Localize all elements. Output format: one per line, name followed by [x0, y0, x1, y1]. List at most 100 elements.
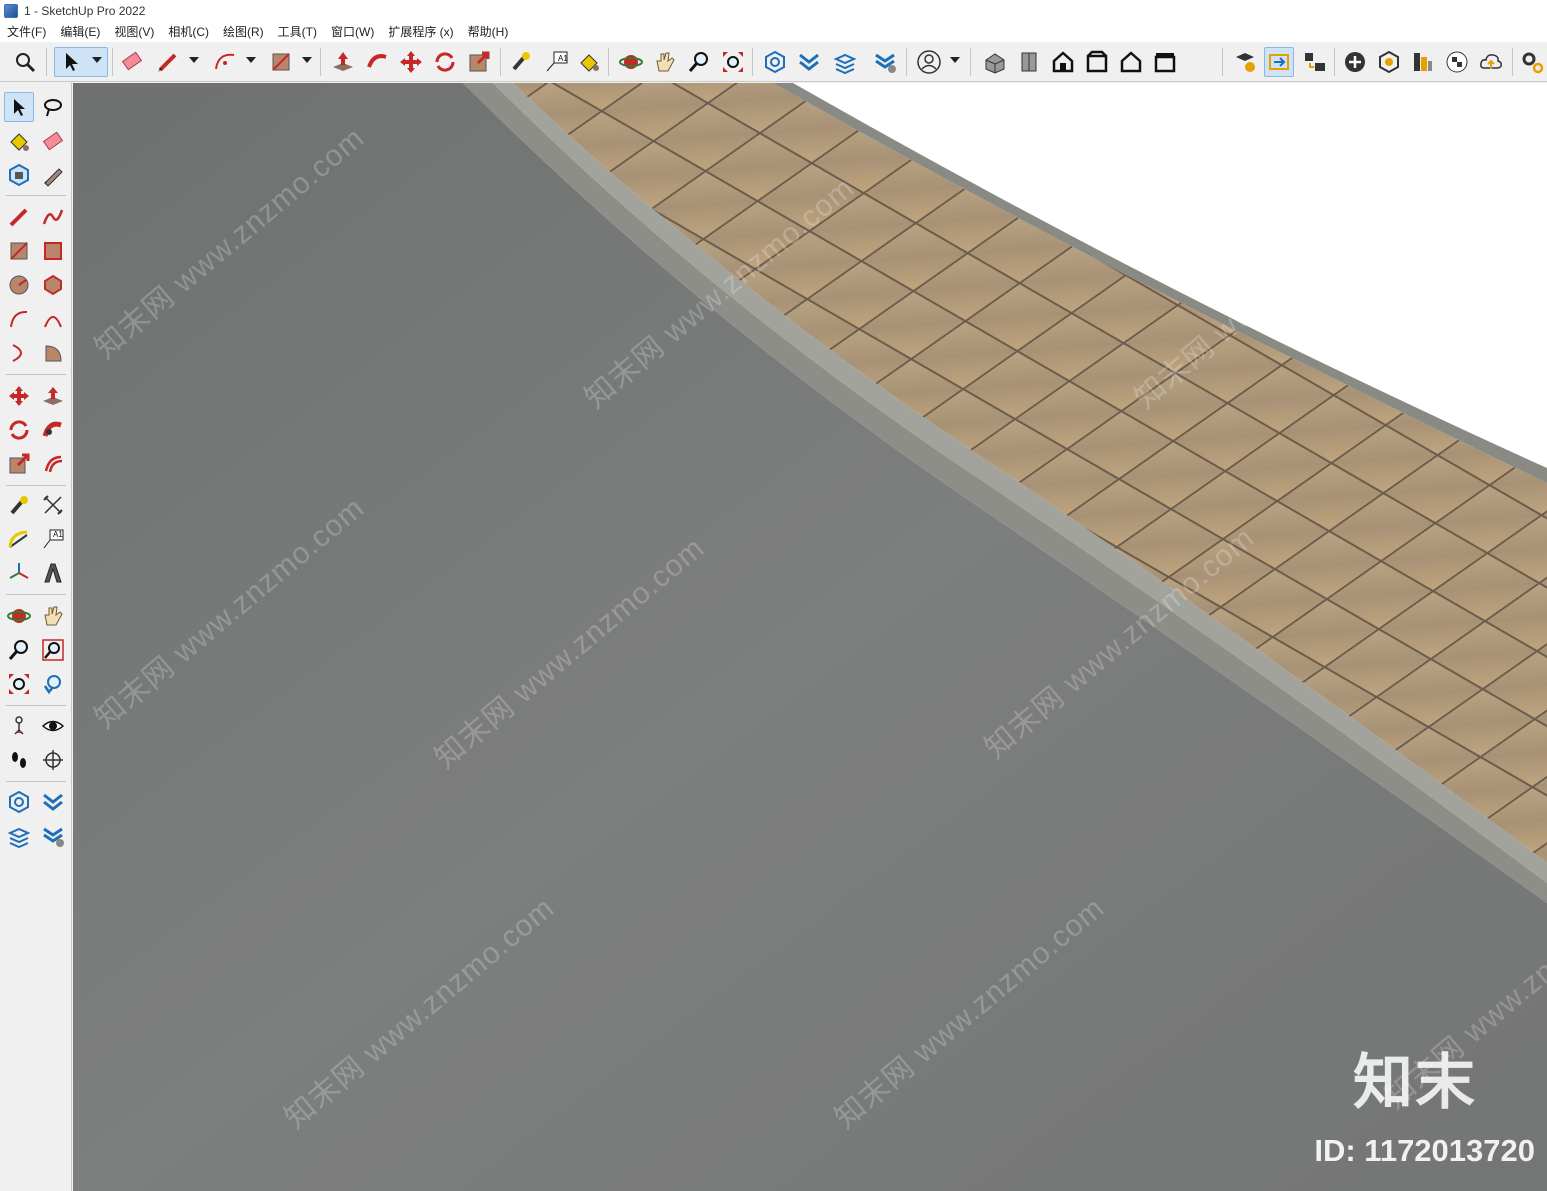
sketchup-window: 1 - SketchUp Pro 2022 文件(F) 编辑(E) 视图(V) …: [0, 0, 1547, 1191]
walk-footprints-icon[interactable]: [4, 745, 34, 775]
menu-window[interactable]: 窗口(W): [324, 22, 381, 42]
paint-bucket-left-icon[interactable]: [4, 126, 34, 156]
iso-view-icon[interactable]: [980, 47, 1010, 77]
select-icon[interactable]: [4, 92, 34, 122]
text-left-label: A1: [53, 530, 63, 539]
line-icon[interactable]: [4, 202, 34, 232]
3d-viewport[interactable]: 知末网 www.znzmo.com 知末网 www.znzmo.com 知末网 …: [73, 83, 1547, 1191]
add-icon[interactable]: [1340, 47, 1370, 77]
two-point-arc-icon[interactable]: [38, 304, 68, 334]
menu-edit[interactable]: 编辑(E): [53, 22, 107, 42]
arc-icon[interactable]: [210, 47, 240, 77]
rotated-rectangle-icon[interactable]: [38, 236, 68, 266]
scale-icon[interactable]: [464, 47, 494, 77]
left-toolbar: A1: [0, 83, 72, 1191]
pie-icon[interactable]: [38, 338, 68, 368]
eraser-left-icon[interactable]: [38, 126, 68, 156]
menu-tools[interactable]: 工具(T): [271, 22, 324, 42]
layout-icon[interactable]: [830, 47, 860, 77]
look-around-eye-icon[interactable]: [38, 711, 68, 741]
tape-measure-left-icon[interactable]: [4, 490, 34, 520]
zoom-window-icon[interactable]: [38, 635, 68, 665]
extension-warehouse-left-icon[interactable]: [38, 787, 68, 817]
settings-gear-icon[interactable]: [1517, 47, 1547, 77]
push-pull-left-icon[interactable]: [38, 381, 68, 411]
zoom-left-icon[interactable]: [4, 635, 34, 665]
menu-help[interactable]: 帮助(H): [461, 22, 516, 42]
extension-warehouse-icon[interactable]: [794, 47, 824, 77]
circle-icon[interactable]: [4, 270, 34, 300]
axes-icon[interactable]: [4, 558, 34, 588]
orbit-left-icon[interactable]: [4, 601, 34, 631]
polygon-icon[interactable]: [38, 270, 68, 300]
protractor-icon[interactable]: [4, 524, 34, 554]
component-icon[interactable]: [4, 160, 34, 190]
three-point-arc-icon[interactable]: [4, 338, 34, 368]
pencil-icon[interactable]: [153, 47, 183, 77]
dimension-icon[interactable]: [38, 490, 68, 520]
pan-left-icon[interactable]: [38, 601, 68, 631]
follow-me-icon[interactable]: [362, 47, 392, 77]
cloud-upload-icon[interactable]: [1476, 47, 1506, 77]
rectangle-icon[interactable]: [266, 47, 296, 77]
move-left-icon[interactable]: [4, 381, 34, 411]
tag-pencil-icon[interactable]: [38, 160, 68, 190]
eraser-icon[interactable]: [117, 47, 147, 77]
rectangle-left-icon[interactable]: [4, 236, 34, 266]
tags-icon[interactable]: [1230, 47, 1260, 77]
tape-measure-icon[interactable]: [506, 47, 536, 77]
rotate-left-icon[interactable]: [4, 415, 34, 445]
menu-extensions[interactable]: 扩展程序 (x): [381, 22, 460, 42]
select-dropdown-icon[interactable]: [92, 57, 102, 63]
left-view-icon[interactable]: [1150, 47, 1180, 77]
top-view-icon[interactable]: [1014, 47, 1044, 77]
user-account-icon[interactable]: [914, 47, 944, 77]
menu-file[interactable]: 文件(F): [0, 22, 53, 42]
zoom-extents-left-icon[interactable]: [4, 669, 34, 699]
follow-me-left-icon[interactable]: [38, 415, 68, 445]
extension-manager-icon[interactable]: [870, 47, 900, 77]
zoom-extents-icon[interactable]: [10, 47, 40, 77]
arc-left-icon[interactable]: [4, 304, 34, 334]
offset-icon[interactable]: [38, 449, 68, 479]
orbit-icon[interactable]: [616, 47, 646, 77]
right-view-icon[interactable]: [1082, 47, 1112, 77]
main-toolbar: A1: [0, 42, 1547, 82]
animation-icon[interactable]: [1300, 47, 1330, 77]
pencil-dropdown-icon[interactable]: [189, 57, 199, 63]
freehand-icon[interactable]: [38, 202, 68, 232]
styles-checker-icon[interactable]: [1442, 47, 1472, 77]
scene-icon[interactable]: [1264, 47, 1294, 77]
user-dropdown-icon[interactable]: [950, 57, 960, 63]
3d-warehouse-left-icon[interactable]: [4, 787, 34, 817]
front-view-icon[interactable]: [1048, 47, 1078, 77]
layout-left-icon[interactable]: [4, 821, 34, 851]
3d-warehouse-icon[interactable]: [760, 47, 790, 77]
position-camera-icon[interactable]: [4, 711, 34, 741]
text-tool-button[interactable]: A1: [542, 47, 572, 77]
zoom-icon[interactable]: [684, 47, 714, 77]
3d-text-icon[interactable]: [38, 558, 68, 588]
title-bar: 1 - SketchUp Pro 2022: [0, 0, 1547, 22]
menu-draw[interactable]: 绘图(R): [216, 22, 271, 42]
section-plane-icon[interactable]: [38, 745, 68, 775]
lasso-icon[interactable]: [38, 92, 68, 122]
menu-camera[interactable]: 相机(C): [161, 22, 216, 42]
arc-dropdown-icon[interactable]: [246, 57, 256, 63]
shape-dropdown-icon[interactable]: [302, 57, 312, 63]
previous-view-icon[interactable]: [38, 669, 68, 699]
menu-view[interactable]: 视图(V): [107, 22, 161, 42]
scale-left-icon[interactable]: [4, 449, 34, 479]
zoom-extents-tool-icon[interactable]: [718, 47, 748, 77]
materials-icon[interactable]: [1408, 47, 1438, 77]
brand-logo: 知末: [1353, 1049, 1477, 1116]
text-left-button[interactable]: A1: [38, 524, 68, 554]
solid-tools-icon[interactable]: [1374, 47, 1404, 77]
paint-bucket-icon[interactable]: [574, 47, 604, 77]
extension-manager-left-icon[interactable]: [38, 821, 68, 851]
move-icon[interactable]: [396, 47, 426, 77]
pan-icon[interactable]: [650, 47, 680, 77]
rotate-icon[interactable]: [430, 47, 460, 77]
back-view-icon[interactable]: [1116, 47, 1146, 77]
push-pull-icon[interactable]: [328, 47, 358, 77]
